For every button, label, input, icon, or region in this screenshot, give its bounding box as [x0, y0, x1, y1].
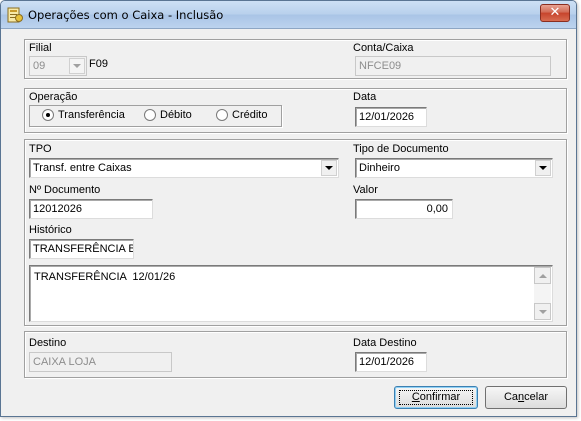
- radio-transferencia-label: Transferência: [58, 109, 125, 121]
- historico-short-value: TRANSFERÊNCIA BA: [33, 243, 134, 255]
- radio-credito[interactable]: Crédito: [216, 109, 267, 121]
- vertical-scrollbar[interactable]: [534, 267, 551, 320]
- cancel-label-pre: Ca: [503, 391, 519, 403]
- historico-textarea[interactable]: TRANSFERÊNCIA 12/01/26: [29, 265, 553, 322]
- conta-caixa-value: NFCE09: [359, 60, 402, 72]
- historico-short-field[interactable]: TRANSFERÊNCIA BA: [29, 239, 134, 259]
- conta-caixa-field[interactable]: NFCE09: [355, 56, 551, 76]
- operacao-radio-group: Transferência Débito Crédito: [29, 105, 282, 127]
- radio-unchecked-icon: [144, 109, 156, 121]
- data-destino-field[interactable]: 12/01/2026: [355, 352, 427, 372]
- scroll-up-icon[interactable]: [534, 267, 551, 284]
- data-field[interactable]: 12/01/2026: [355, 107, 427, 127]
- data-destino-label: Data Destino: [353, 337, 417, 349]
- valor-value: 0,00: [426, 203, 448, 215]
- valor-field[interactable]: 0,00: [355, 199, 453, 219]
- radio-debito-label: Débito: [160, 109, 192, 121]
- tpo-value: Transf. entre Caixas: [33, 162, 132, 174]
- filial-value: 09: [33, 60, 46, 72]
- destino-value: CAIXA LOJA: [33, 356, 96, 368]
- filial-label: Filial: [29, 42, 52, 54]
- destino-field[interactable]: CAIXA LOJA: [29, 352, 172, 372]
- num-documento-field[interactable]: 12012026: [29, 199, 153, 219]
- data-label: Data: [353, 91, 377, 103]
- valor-label: Valor: [353, 184, 378, 196]
- num-documento-label: Nº Documento: [29, 184, 101, 196]
- cancel-label-post: celar: [524, 391, 549, 403]
- radio-debito[interactable]: Débito: [144, 109, 192, 121]
- dialog-content: Filial 09 F09 Conta/Caixa NFCE09 Operaçã…: [6, 30, 571, 413]
- money-icon: [7, 7, 23, 23]
- radio-checked-icon: [42, 109, 54, 121]
- tpo-select[interactable]: Transf. entre Caixas: [29, 158, 339, 178]
- data-value: 12/01/2026: [359, 111, 415, 123]
- panel-operacao: Operação Transferência Débito Crédito Da…: [24, 88, 567, 133]
- title-bar[interactable]: Operações com o Caixa - Inclusão ✕: [1, 1, 576, 29]
- dialog-window: Operações com o Caixa - Inclusão ✕ Filia…: [0, 0, 577, 417]
- panel-filial: Filial 09 F09 Conta/Caixa NFCE09: [24, 39, 567, 79]
- radio-transferencia[interactable]: Transferência: [42, 109, 125, 121]
- chevron-down-icon[interactable]: [69, 58, 85, 74]
- data-destino-value: 12/01/2026: [359, 356, 415, 368]
- tpo-label: TPO: [29, 143, 52, 155]
- panel-destino: Destino CAIXA LOJA Data Destino 12/01/20…: [24, 331, 567, 378]
- panel-detalhes: TPO Transf. entre Caixas Tipo de Documen…: [24, 139, 567, 326]
- tipo-documento-value: Dinheiro: [359, 162, 400, 174]
- filial-select[interactable]: 09: [29, 56, 87, 76]
- tipo-documento-label: Tipo de Documento: [353, 143, 449, 155]
- chevron-down-icon[interactable]: [321, 160, 337, 176]
- confirm-button[interactable]: Confirmar: [394, 386, 478, 409]
- scroll-down-icon[interactable]: [534, 303, 551, 320]
- tipo-documento-select[interactable]: Dinheiro: [355, 158, 553, 178]
- close-icon[interactable]: ✕: [540, 4, 570, 22]
- window-title: Operações com o Caixa - Inclusão: [28, 8, 224, 22]
- filial-code: F09: [89, 58, 108, 70]
- focus-rect: [399, 390, 473, 405]
- num-documento-value: 12012026: [33, 203, 82, 215]
- destino-label: Destino: [29, 337, 67, 349]
- historico-label: Histórico: [29, 224, 72, 236]
- cancel-button[interactable]: Cancelar: [485, 386, 567, 409]
- chevron-down-icon[interactable]: [535, 160, 551, 176]
- conta-caixa-label: Conta/Caixa: [353, 42, 414, 54]
- historico-text: TRANSFERÊNCIA 12/01/26: [34, 271, 176, 283]
- radio-unchecked-icon: [216, 109, 228, 121]
- operacao-label: Operação: [29, 91, 78, 103]
- radio-credito-label: Crédito: [232, 109, 268, 121]
